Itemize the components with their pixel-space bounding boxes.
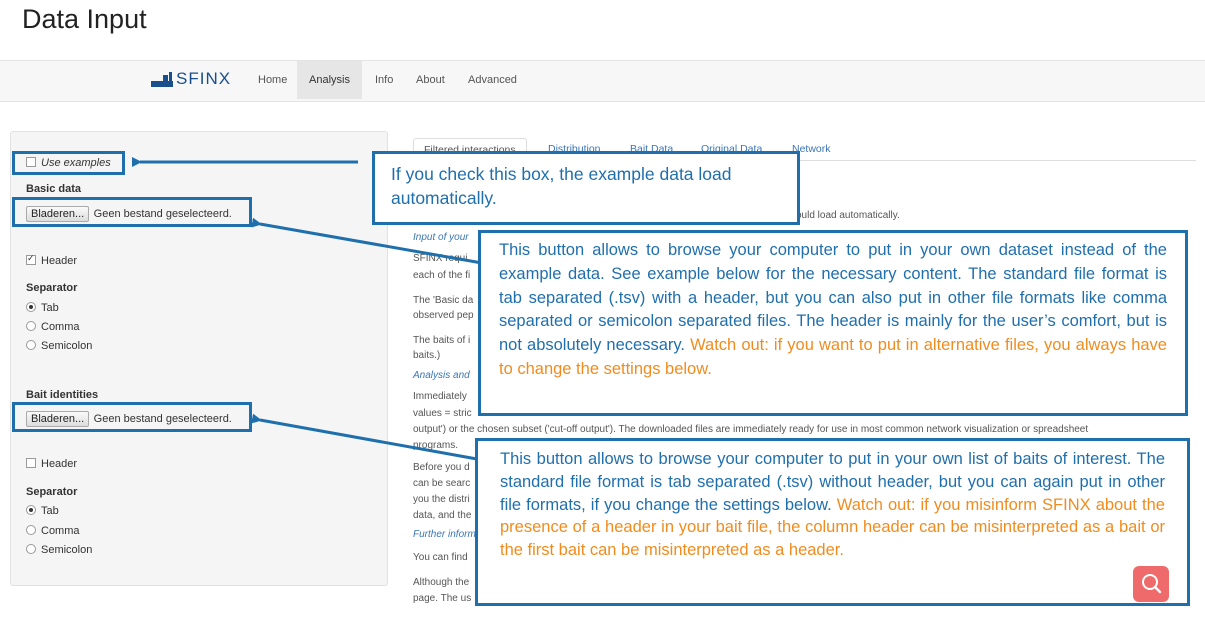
search-button[interactable] bbox=[1133, 566, 1169, 602]
callout-basic-data: This button allows to browse your comput… bbox=[478, 230, 1188, 416]
callout-bait-identities: This button allows to browse your comput… bbox=[475, 438, 1190, 606]
arrow-icon bbox=[251, 217, 483, 265]
arrow-icon bbox=[251, 413, 478, 461]
search-icon bbox=[1142, 574, 1162, 594]
callout-use-examples: If you check this box, the example data … bbox=[372, 151, 800, 225]
